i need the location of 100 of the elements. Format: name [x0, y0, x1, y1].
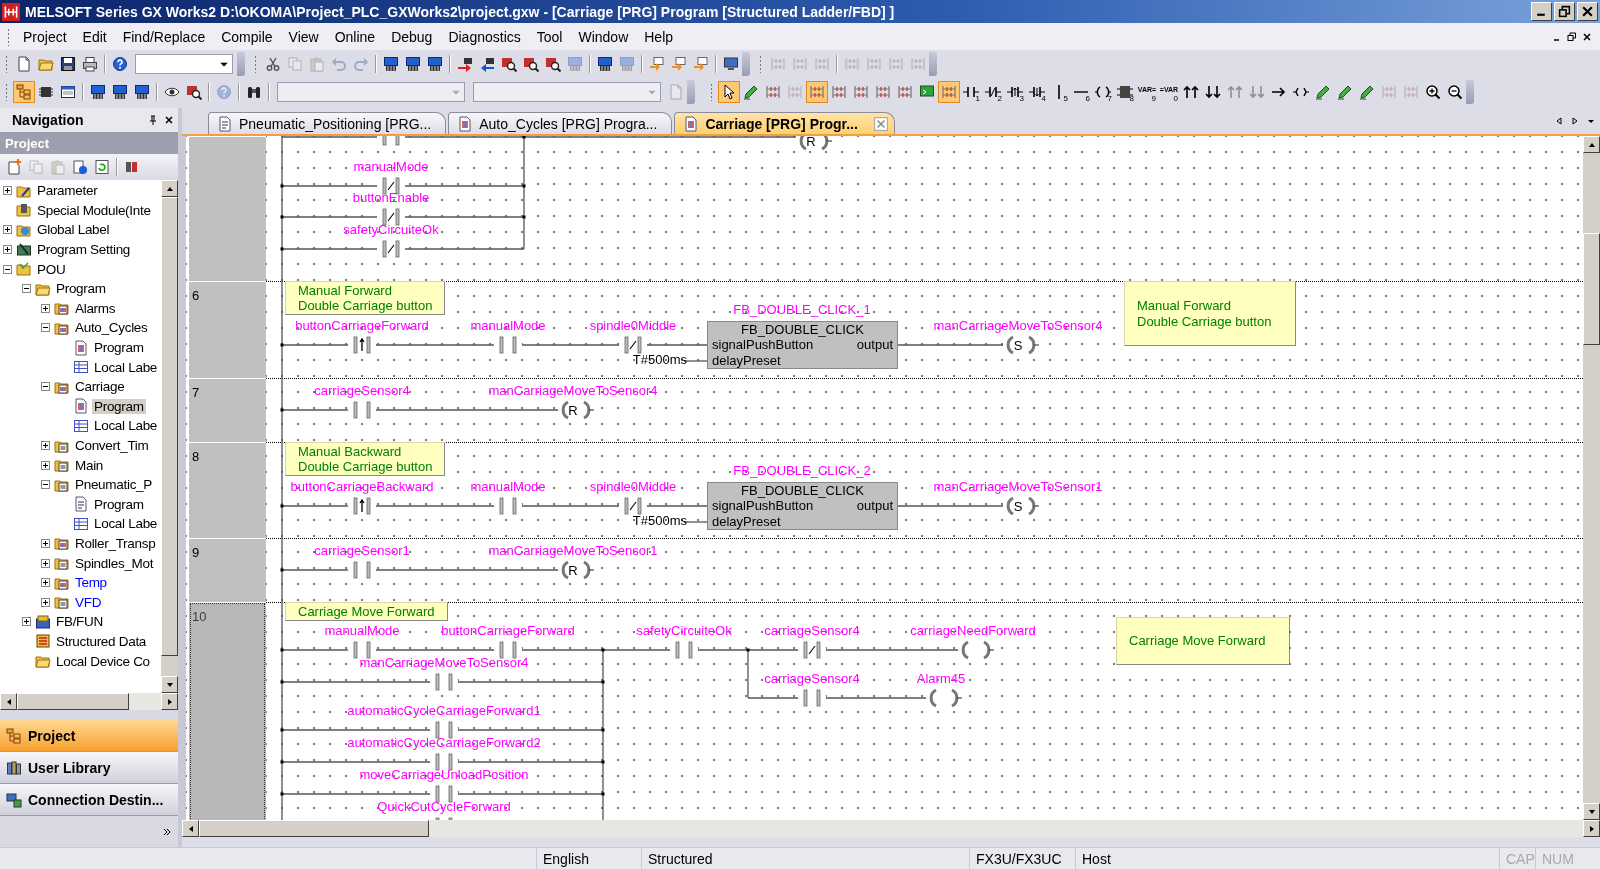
variable-label: manualMode	[324, 623, 400, 638]
variable-label: safetyCircuiteOk	[343, 222, 439, 237]
tree-item[interactable]: Structured Data	[54, 633, 149, 649]
pin-label: delayPreset	[712, 513, 782, 529]
variable-label: carriageSensor4	[314, 383, 410, 398]
variable-label: carriageNeedForward	[910, 623, 1036, 638]
variable-label: automaticCycleCarriageForward1	[347, 703, 541, 718]
tree-item[interactable]: Convert_Tim	[73, 438, 151, 453]
menu-item[interactable]: Online	[326, 28, 384, 45]
tree-item[interactable]: Pneumatic_P	[73, 477, 154, 493]
tree-item[interactable]: Program	[92, 398, 146, 414]
variable-label: spindle0Middle	[589, 479, 677, 494]
status-item: CAP	[1499, 848, 1535, 869]
tree-item[interactable]: Program Setting	[35, 242, 133, 258]
tree-item[interactable]: Local Labe	[92, 418, 160, 434]
document-tab[interactable]: Pneumatic_Positioning [PRG...	[208, 112, 447, 134]
menu-item[interactable]: Window	[570, 28, 637, 45]
document-tab[interactable]: Auto_Cycles [PRG] Progra...	[448, 112, 673, 134]
note-box: Manual Forward Double Carriage button	[1124, 281, 1296, 346]
toolbar-button[interactable]: 3	[1004, 81, 1026, 103]
function-block[interactable]: FB_DOUBLE_CLICK signalPushButton output delayPreset	[707, 321, 898, 369]
menu-item[interactable]: Diagnostics	[440, 28, 529, 45]
rung-number-cell[interactable]: 6	[189, 281, 266, 378]
tree-item[interactable]: Auto_Cycles	[73, 320, 150, 336]
toolbar-button[interactable]: 4	[1026, 81, 1048, 103]
tree-item[interactable]: Temp	[73, 575, 109, 591]
status-item: English	[536, 848, 641, 869]
pin-label: signalPushButton	[712, 498, 814, 514]
tree-item[interactable]: Program	[92, 340, 146, 356]
tree-item[interactable]: Roller_Transp	[73, 536, 158, 551]
variable-label: manCarriageMoveToSensor1	[933, 479, 1103, 494]
pin-label: delayPreset	[712, 352, 782, 368]
variable-label: manualMode	[470, 318, 546, 333]
function-block[interactable]: FB_DOUBLE_CLICK signalPushButton output delayPreset	[707, 482, 898, 530]
tree-item[interactable]: Program	[54, 281, 108, 297]
menu-item[interactable]: Compile	[213, 28, 281, 45]
variable-label: buttonCarriageForward	[295, 318, 429, 333]
block-type-label: FB_DOUBLE_CLICK	[741, 483, 864, 499]
window-title: MELSOFT Series GX Works2 D:\OKOMA\Project_PLC_GXWorks2\project.gxw - [Carriage [PRG] Program [Structured Ladder/FBD] ]	[25, 3, 896, 20]
variable-label: carriageSensor1	[314, 543, 410, 558]
navigation-button[interactable]: User Library	[0, 752, 178, 784]
toolbar-button[interactable]: 2	[982, 81, 1004, 103]
toolbar-button[interactable]: 5	[1048, 81, 1070, 103]
status-item: Structured	[641, 848, 969, 869]
variable-label: manCarriageMoveToSensor4	[488, 383, 658, 398]
variable-label: buttonCarriageBackward	[290, 479, 434, 494]
tree-item[interactable]: VFD	[73, 594, 104, 610]
constant-label: T#500ms	[632, 513, 687, 529]
toolbar-button[interactable]: 8	[1114, 81, 1136, 103]
panel-title: Navigation	[12, 112, 85, 128]
tree-item[interactable]: Global Label	[35, 222, 112, 238]
tree-item[interactable]: Local Labe	[92, 359, 160, 375]
variable-label: manCarriageMoveToSensor4	[359, 655, 529, 670]
coil[interactable]: S	[1003, 335, 1039, 355]
variable-label: Alarm45	[916, 671, 966, 686]
note-box: Carriage Move Forward	[1116, 617, 1290, 665]
tree-item[interactable]: Parameter	[35, 183, 100, 199]
toolbar-button[interactable]: 7	[1092, 81, 1114, 103]
coil[interactable]: S	[1003, 496, 1039, 516]
menu-item[interactable]: Tool	[528, 28, 571, 45]
tree-item[interactable]: Carriage	[73, 379, 127, 395]
menu-item[interactable]: Debug	[383, 28, 441, 45]
variable-label: automaticCycleCarriageForward2	[347, 735, 541, 750]
variable-label: buttonEnable	[352, 190, 430, 205]
constant-label: T#500ms	[632, 352, 687, 368]
variable-label: manualMode	[353, 159, 429, 174]
rung-number-cell[interactable]: 10	[189, 602, 266, 820]
instance-label: FB_DOUBLE_CLICK_1	[733, 302, 871, 317]
menu-item[interactable]: Edit	[74, 28, 115, 45]
tree-item[interactable]: Local Device Co	[54, 653, 152, 669]
tree-item[interactable]: FB/FUN	[54, 614, 105, 630]
menu-item[interactable]: Help	[636, 28, 682, 45]
coil[interactable]: R	[558, 400, 594, 420]
tree-item[interactable]: Spindles_Mot	[73, 555, 156, 571]
tree-item[interactable]: Main	[73, 457, 106, 473]
rung-number-cell[interactable]: 8	[189, 442, 266, 538]
instance-label: FB_DOUBLE_CLICK_2	[733, 463, 871, 478]
navigation-button[interactable]: Project	[0, 720, 178, 752]
toolbar-button[interactable]: 1	[960, 81, 982, 103]
variable-label: moveCarriageUnloadPosition	[359, 767, 529, 782]
status-item: Host	[1075, 848, 1499, 869]
pin-label: output	[856, 337, 893, 353]
variable-label: carriageSensor4	[764, 671, 860, 686]
rung-number-cell[interactable]: 7	[189, 378, 266, 442]
menu-item[interactable]: View	[280, 28, 327, 45]
navigation-button[interactable]: Connection Destin...	[0, 784, 178, 816]
toolbar-button[interactable]: 6	[1070, 81, 1092, 103]
document-tab[interactable]: Carriage [PRG] Progr...	[674, 112, 895, 134]
tree-item[interactable]: Alarms	[73, 300, 118, 316]
tree-item[interactable]: Local Labe	[92, 516, 160, 532]
tree-item[interactable]: Special Module(Inte	[35, 202, 153, 218]
menu-item[interactable]: Project	[15, 28, 75, 45]
tree-item[interactable]: POU	[35, 261, 68, 277]
menu-item[interactable]: Find/Replace	[114, 28, 214, 45]
variable-label: manCarriageMoveToSensor4	[933, 318, 1103, 333]
rung-comment: Manual Forward Double Carriage button	[285, 281, 446, 315]
tree-item[interactable]: Program	[92, 496, 146, 512]
coil[interactable]: R	[796, 136, 832, 151]
coil[interactable]: R	[558, 560, 594, 580]
rung-number-cell[interactable]: 9	[189, 538, 266, 602]
